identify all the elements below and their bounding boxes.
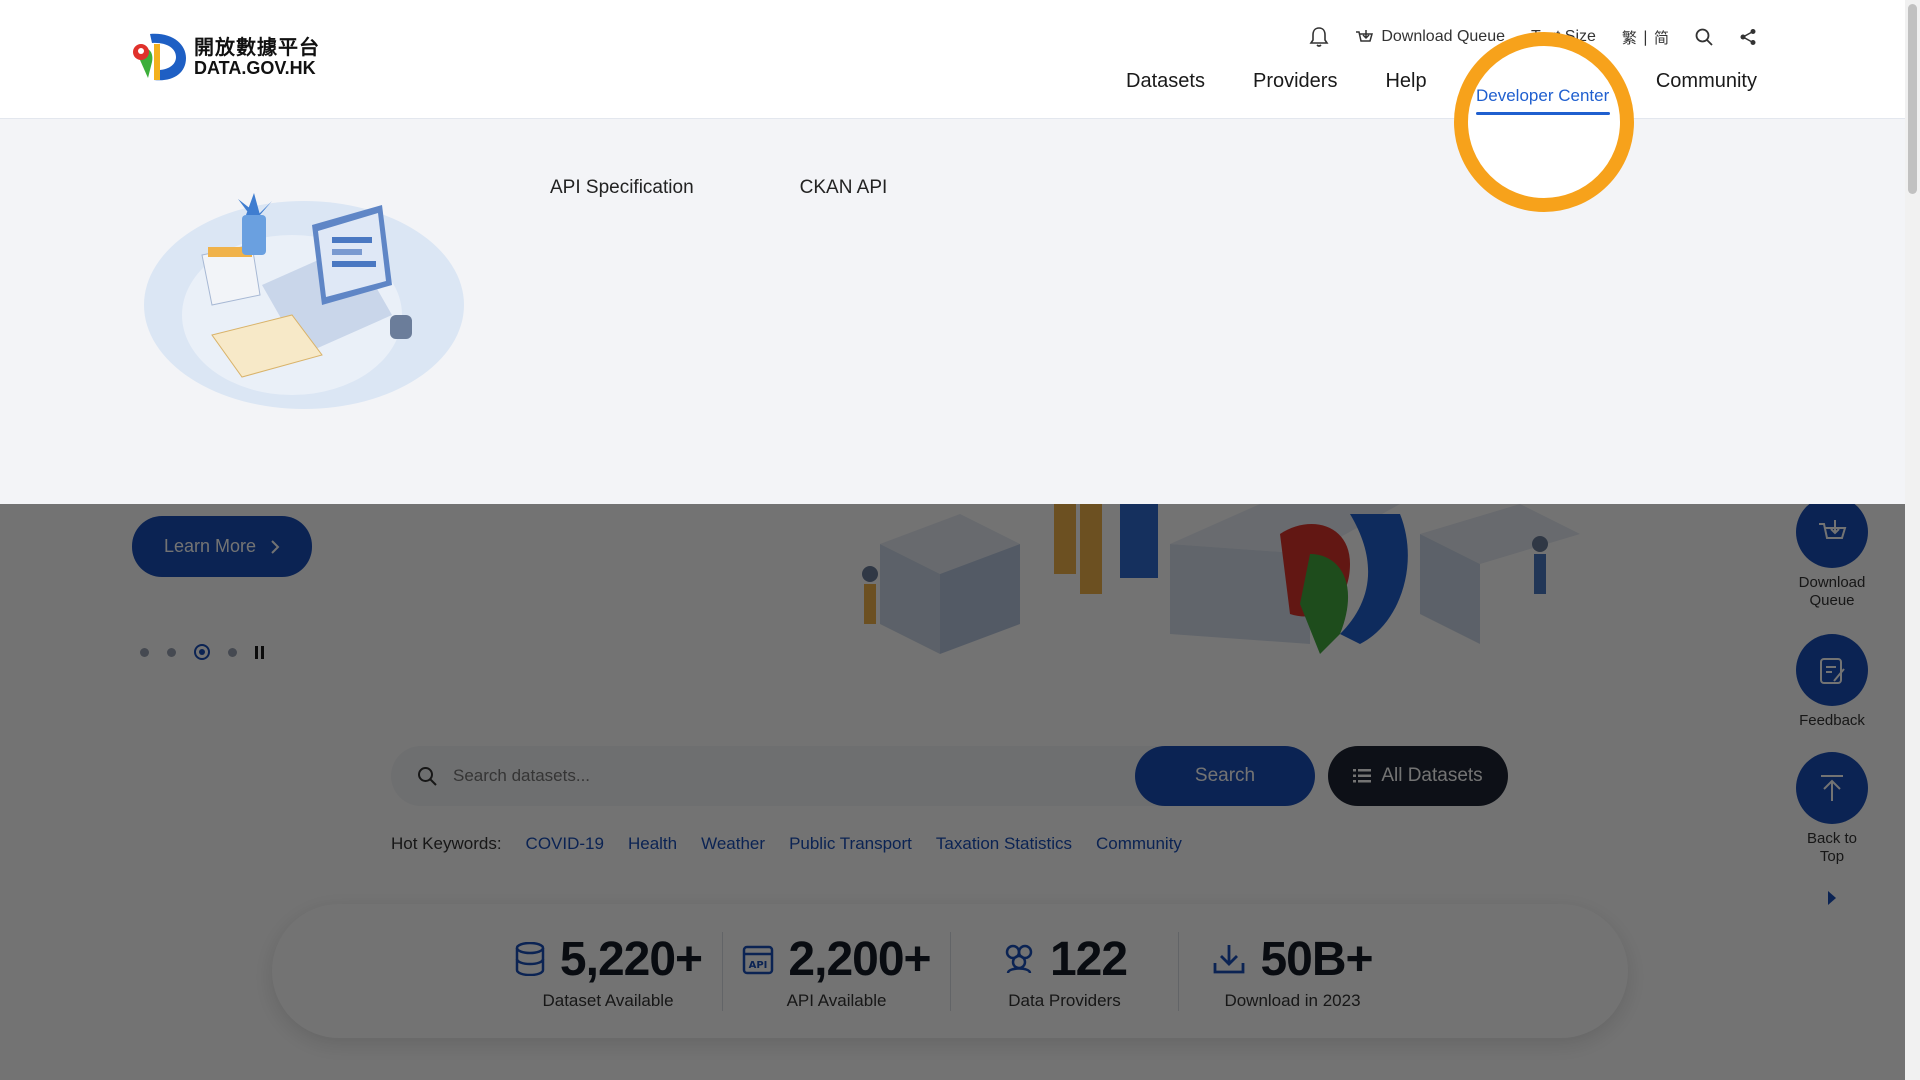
keyword-link[interactable]: Health <box>628 834 677 854</box>
carousel-dot-active[interactable] <box>194 644 210 660</box>
lang-simplified-link[interactable]: 简 <box>1654 27 1669 48</box>
ckan-api-link[interactable]: CKAN API <box>800 177 888 199</box>
nav-community[interactable]: Community <box>1656 70 1757 103</box>
ring-active-underline <box>1476 112 1610 115</box>
chevron-right-icon <box>271 539 280 554</box>
search-button[interactable]: Search <box>1135 746 1315 806</box>
stat-datasets: 5,220+ Dataset Available <box>494 932 722 1011</box>
nav-datasets[interactable]: Datasets <box>1126 70 1205 103</box>
highlight-ring: Developer Center <box>1454 32 1634 212</box>
feedback-button[interactable] <box>1796 634 1868 706</box>
stat-label: API Available <box>786 990 887 1010</box>
developer-illustration <box>144 193 464 409</box>
float-download-queue-button[interactable] <box>1796 496 1868 568</box>
users-icon <box>1005 944 1033 974</box>
cart-download-icon <box>1356 30 1374 42</box>
float-download-queue-label: Download Queue <box>1798 574 1866 609</box>
language-switcher: 繁 | 简 <box>1622 27 1669 48</box>
feedback-label: Feedback <box>1799 712 1865 729</box>
stat-api: API 2,200+ API Available <box>722 931 950 1011</box>
scrollbar[interactable] <box>1905 0 1920 1080</box>
pause-icon[interactable] <box>255 645 267 659</box>
site-logo[interactable]: 開放數據平台 DATA.GOV.HK <box>132 30 320 84</box>
carousel-dots <box>140 644 267 660</box>
stat-suffix: + <box>675 932 703 986</box>
keyword-link[interactable]: Public Transport <box>789 834 912 854</box>
learn-more-button[interactable]: Learn More <box>132 516 312 577</box>
hot-keywords-label: Hot Keywords: <box>391 834 502 853</box>
carousel-dot[interactable] <box>167 647 176 657</box>
stat-value: 5,220 <box>559 932 676 986</box>
notifications-button[interactable] <box>1309 26 1329 48</box>
search-icon <box>418 767 437 786</box>
lang-separator: | <box>1642 28 1648 46</box>
download-queue-label: Download Queue <box>1381 28 1505 45</box>
caret-right-icon[interactable] <box>1827 890 1837 906</box>
nav-providers[interactable]: Providers <box>1253 70 1337 103</box>
statistics-panel: 5,220+ Dataset Available API 2,200+ API … <box>272 904 1628 1038</box>
svg-text:API: API <box>749 960 768 971</box>
back-to-top-label: Back to Top <box>1806 830 1858 865</box>
arrow-up-icon <box>1821 775 1843 801</box>
search-icon <box>1695 28 1713 46</box>
share-button[interactable] <box>1739 28 1757 46</box>
stat-suffix: + <box>903 932 932 986</box>
main-navigation: Datasets Providers Help Developer Center… <box>1126 70 1757 103</box>
developer-center-dropdown: API Specification CKAN API <box>0 119 1905 504</box>
learn-more-label: Learn More <box>163 536 257 556</box>
stat-value: 2,200 <box>788 932 904 986</box>
stat-label: Download in 2023 <box>1224 990 1361 1010</box>
stat-value: 50B <box>1260 932 1346 986</box>
bell-icon <box>1309 27 1329 47</box>
stat-providers: 122 Data Providers <box>950 931 1178 1011</box>
feedback-icon <box>1820 658 1845 684</box>
carousel-dot[interactable] <box>228 647 237 657</box>
keyword-link[interactable]: Taxation Statistics <box>936 834 1072 854</box>
keyword-link[interactable]: COVID-19 <box>526 834 604 854</box>
share-icon <box>1740 29 1756 45</box>
stat-downloads: 50B+ Download in 2023 <box>1178 931 1406 1011</box>
logo-mark-icon <box>133 33 186 81</box>
lang-traditional-link[interactable]: 繁 <box>1622 27 1637 48</box>
stat-value: 122 <box>1049 932 1128 986</box>
scrollbar-thumb[interactable] <box>1908 4 1917 194</box>
back-to-top-button[interactable] <box>1796 752 1868 824</box>
download-icon <box>1214 945 1245 974</box>
logo-chinese-text: 開放數據平台 <box>194 35 320 59</box>
developer-center-links: API Specification CKAN API <box>550 177 887 199</box>
stat-suffix: + <box>1345 932 1374 986</box>
header-search-button[interactable] <box>1695 28 1713 46</box>
cart-download-icon <box>1819 520 1847 539</box>
carousel-dot[interactable] <box>140 647 149 657</box>
stat-label: Data Providers <box>1008 990 1121 1010</box>
api-icon: API <box>743 945 774 975</box>
all-datasets-label: All Datasets <box>1381 765 1483 786</box>
database-icon <box>515 942 545 976</box>
hot-keywords: Hot Keywords: COVID-19 Health Weather Pu… <box>391 834 1182 854</box>
logo-english-text: DATA.GOV.HK <box>194 58 316 78</box>
keyword-link[interactable]: Community <box>1096 834 1182 854</box>
all-datasets-button[interactable]: All Datasets <box>1328 746 1508 806</box>
nav-help[interactable]: Help <box>1385 70 1426 103</box>
list-icon <box>1353 769 1372 783</box>
api-specification-link[interactable]: API Specification <box>550 177 694 199</box>
ring-developer-center-label: Developer Center <box>1476 86 1610 105</box>
floating-toolbar: Download Queue Feedback Back to Top <box>1796 496 1868 906</box>
download-queue-link[interactable]: Download Queue <box>1355 28 1505 46</box>
stat-label: Dataset Available <box>542 990 674 1010</box>
hero-illustration <box>862 504 1580 654</box>
keyword-link[interactable]: Weather <box>701 834 765 854</box>
